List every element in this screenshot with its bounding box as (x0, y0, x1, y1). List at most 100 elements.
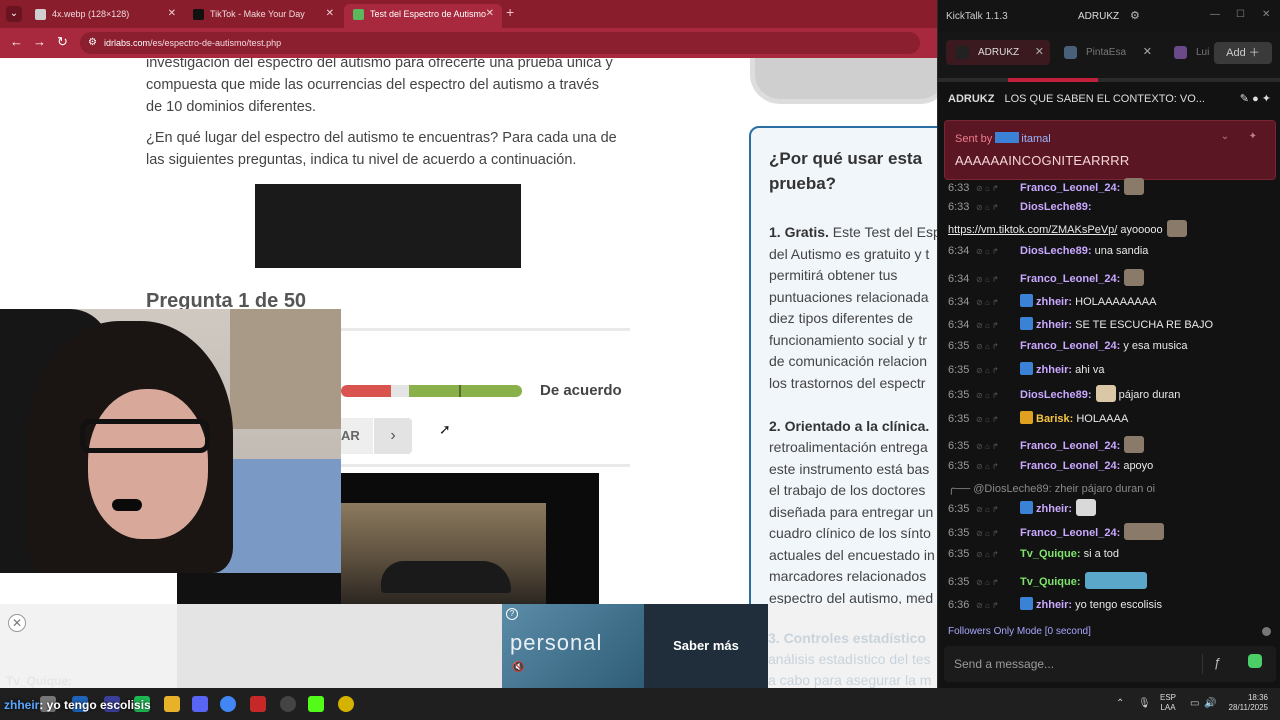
chat-username[interactable]: zhheir: (1036, 319, 1072, 331)
microphone-icon[interactable]: 🎙 (1138, 698, 1151, 709)
chat-username[interactable]: DiosLeche89: (1020, 245, 1092, 257)
channel-tab-adrukz[interactable]: ADRUKZ ✕ (946, 40, 1050, 65)
close-icon[interactable]: ✕ (1262, 9, 1270, 20)
language-indicator[interactable]: ESP LAA (1160, 693, 1176, 713)
channel-tab-pintaesa[interactable]: PintaEsa ✕ (1054, 40, 1158, 65)
chat-username[interactable]: Franco_Leonel_24: (1020, 340, 1120, 352)
gear-icon[interactable]: ⚙ (1130, 9, 1140, 22)
chat-username[interactable]: Franco_Leonel_24: (1020, 273, 1120, 285)
chevron-up-icon[interactable]: ⌃ (1116, 698, 1124, 709)
message-actions-icon[interactable]: ⊘ ⌂ ↱ (976, 203, 1020, 212)
pin-icon[interactable]: ✎ ● ✦ (1240, 88, 1271, 110)
mute-icon[interactable]: 🔇 (512, 662, 524, 673)
close-icon[interactable]: ✕ (1035, 40, 1044, 65)
chat-username[interactable]: Franco_Leonel_24: (1020, 460, 1120, 472)
message-actions-icon[interactable]: ⊘ ⌂ ↱ (976, 275, 1020, 284)
scale-agree-segment[interactable] (409, 385, 522, 397)
folder-icon[interactable] (164, 696, 180, 712)
chat-username[interactable]: zhheir: (1036, 364, 1072, 376)
chat-username[interactable]: zhheir: (1036, 599, 1072, 611)
chat-message[interactable]: 6:35 ⊘ ⌂ ↱ Franco_Leonel_24: y esa musica (948, 340, 1276, 352)
logged-user[interactable]: ADRUKZ (1078, 11, 1119, 22)
chat-message[interactable]: 6:35 ⊘ ⌂ ↱ Tv_Quique: (948, 572, 1276, 589)
message-actions-icon[interactable]: ⊘ ⌂ ↱ (976, 247, 1020, 256)
chat-message[interactable]: 6:35 ⊘ ⌂ ↱ DiosLeche89: pájaro duran (948, 385, 1276, 402)
volume-icon[interactable]: 🔊 (1204, 698, 1216, 709)
taskbar-app-icon[interactable] (250, 696, 266, 712)
minimize-icon[interactable]: — (1210, 9, 1220, 20)
next-button[interactable]: › (374, 418, 412, 454)
message-actions-icon[interactable]: ⊘ ⌂ ↱ (976, 415, 1020, 424)
chat-message[interactable]: 6:35 ⊘ ⌂ ↱ zhheir: ahi va (948, 362, 1276, 376)
collapse-pin-icon[interactable]: ⌄ ✦ (1221, 131, 1257, 142)
chat-message[interactable]: 6:36 ⊘ ⌂ ↱ zhheir: yo tengo escolisis (948, 597, 1276, 611)
message-actions-icon[interactable]: ⊘ ⌂ ↱ (976, 601, 1020, 610)
back-arrow-icon[interactable]: ← (10, 34, 23, 49)
close-icon[interactable]: ✕ (486, 4, 494, 24)
message-actions-icon[interactable]: ⊘ ⌂ ↱ (976, 442, 1020, 451)
message-actions-icon[interactable]: ⊘ ⌂ ↱ (976, 366, 1020, 375)
network-icon[interactable]: ▭ (1190, 698, 1199, 709)
chat-username[interactable]: DiosLeche89: (1020, 389, 1092, 401)
chat-message[interactable]: 6:34 ⊘ ⌂ ↱ zhheir: HOLAAAAAAAA (948, 294, 1276, 308)
message-actions-icon[interactable]: ⊘ ⌂ ↱ (976, 462, 1020, 471)
forward-arrow-icon[interactable]: → (33, 34, 46, 49)
previous-button[interactable]: AR (341, 418, 373, 454)
chat-message[interactable]: 6:35 ⊘ ⌂ ↱ Franco_Leonel_24: (948, 436, 1276, 453)
help-icon[interactable]: ? (506, 608, 518, 620)
tab-search-button[interactable]: ⌄ (6, 6, 22, 22)
chat-username[interactable]: Tv_Quique: (1020, 548, 1081, 560)
ad-cta-button[interactable]: Saber más (644, 604, 768, 688)
ad-image[interactable]: ? personal 🔇 (502, 604, 644, 688)
pinned-message[interactable]: ADRUKZ LOS QUE SABEN EL CONTEXTO: VO... ✎… (938, 88, 1280, 110)
channel-tab-lui[interactable]: Lui (1164, 40, 1210, 65)
chat-message[interactable]: 6:34 ⊘ ⌂ ↱ Franco_Leonel_24: (948, 269, 1276, 286)
chat-message[interactable]: 6:35 ⊘ ⌂ ↱ Franco_Leonel_24: (948, 523, 1276, 540)
system-clock[interactable]: 18:36 28/11/2025 (1224, 693, 1268, 713)
close-icon[interactable]: ✕ (326, 4, 334, 24)
tab-webp[interactable]: 4x.webp (128×128) ✕ (26, 4, 184, 28)
chat-username[interactable]: Franco_Leonel_24: (1020, 440, 1120, 452)
close-icon[interactable]: ✕ (168, 4, 176, 24)
chat-message[interactable]: 6:35 ⊘ ⌂ ↱ Franco_Leonel_24: apoyo (948, 460, 1276, 472)
close-ad-icon[interactable]: ✕ (8, 614, 26, 632)
tab-autism-test[interactable]: Test del Espectro de Autismo ✕ (344, 4, 502, 28)
chat-username[interactable]: Tv_Quique: (1020, 576, 1081, 588)
agreement-scale[interactable] (341, 385, 522, 397)
info-icon[interactable] (1262, 627, 1271, 636)
chat-username[interactable]: Barisk: (1036, 413, 1073, 425)
scale-neutral-segment[interactable] (391, 385, 409, 397)
chat-message[interactable]: 6:34 ⊘ ⌂ ↱ zhheir: SE TE ESCUCHA RE BAJO (948, 317, 1276, 331)
discord-icon[interactable] (192, 696, 208, 712)
message-actions-icon[interactable]: ⊘ ⌂ ↱ (976, 529, 1020, 538)
chat-username[interactable]: DiosLeche89: (1020, 201, 1092, 213)
video-ad[interactable] (341, 473, 599, 605)
message-actions-icon[interactable]: ⊘ ⌂ ↱ (976, 342, 1020, 351)
message-actions-icon[interactable]: ⊘ ⌂ ↱ (976, 298, 1020, 307)
chat-username[interactable]: Franco_Leonel_24: (1020, 527, 1120, 539)
message-actions-icon[interactable]: ⊘ ⌂ ↱ (976, 321, 1020, 330)
new-tab-button[interactable]: + (506, 4, 514, 20)
chrome-icon[interactable] (220, 696, 236, 712)
message-actions-icon[interactable]: ⊘ ⌂ ↱ (976, 578, 1020, 587)
url-field[interactable]: ⚙ idrlabs.com/es/espectro-de-autismo/tes… (80, 32, 920, 54)
taskbar-app-icon[interactable] (338, 696, 354, 712)
message-link[interactable]: https://vm.tiktok.com/ZMAKsPeVp/ (948, 224, 1117, 236)
chat-username[interactable]: zhheir: (1036, 296, 1072, 308)
chat-username[interactable]: zhheir: (1036, 503, 1072, 515)
chat-message[interactable]: 6:33 ⊘ ⌂ ↱ Franco_Leonel_24: (948, 178, 1276, 195)
reply-preview[interactable]: ╭── @DiosLeche89: zheir pájaro duran oi (948, 482, 1276, 495)
add-channel-button[interactable]: Add ＋ (1214, 42, 1272, 64)
chat-message[interactable]: 6:35 ⊘ ⌂ ↱ Barisk: HOLAAAA (948, 411, 1276, 425)
chat-message[interactable]: https://vm.tiktok.com/ZMAKsPeVp/ ayooooo (948, 220, 1276, 237)
tab-tiktok[interactable]: TikTok - Make Your Day ✕ (184, 4, 342, 28)
message-actions-icon[interactable]: ⊘ ⌂ ↱ (976, 505, 1020, 514)
chat-message[interactable]: 6:34 ⊘ ⌂ ↱ DiosLeche89: una sandia (948, 245, 1276, 257)
message-input[interactable]: Send a message... ƒ (944, 646, 1276, 682)
message-actions-icon[interactable]: ⊘ ⌂ ↱ (976, 184, 1020, 193)
maximize-icon[interactable]: ☐ (1236, 9, 1245, 20)
scale-disagree-segment[interactable] (341, 385, 391, 397)
chat-message[interactable]: 6:35 ⊘ ⌂ ↱ zhheir: (948, 499, 1276, 516)
close-icon[interactable]: ✕ (1143, 40, 1152, 65)
obs-icon[interactable] (280, 696, 296, 712)
